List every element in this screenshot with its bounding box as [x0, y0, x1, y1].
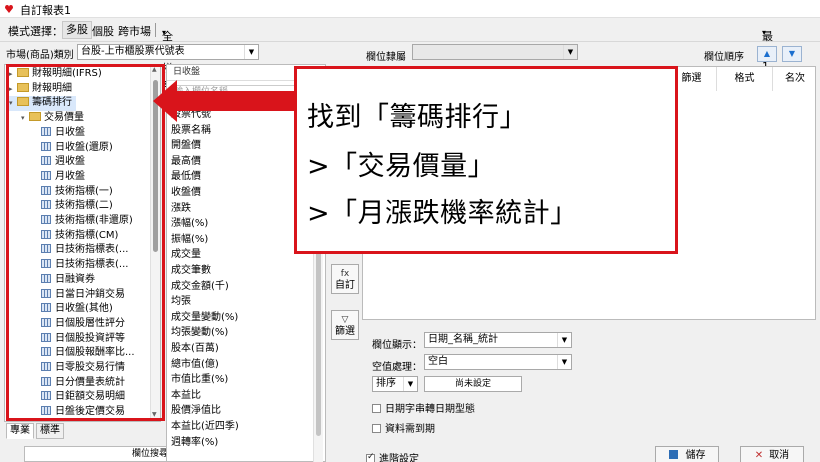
window-title: 自訂報表1	[20, 4, 71, 17]
mode-bar: 模式選擇： 多股 個股 跨市場 全部樣本 ▾ 最近1期 ▾	[0, 18, 820, 91]
checkbox-box[interactable]	[372, 424, 381, 433]
tree-highlight-box	[6, 64, 165, 421]
chevron-down-icon: ▼	[557, 333, 571, 347]
annotation-arrow	[153, 80, 298, 122]
field-order-label: 欄位順序	[704, 52, 744, 63]
instruction-callout: 找到「籌碼排行」 >「交易價量」 >「月漲跌機率統計」	[294, 66, 678, 254]
filter-icon: ▽	[341, 315, 349, 325]
market-value: 台股-上市櫃股票代號表	[81, 46, 185, 57]
data-expire-label: 資料需到期	[385, 424, 435, 435]
divider	[155, 23, 156, 37]
sort-select[interactable]: 排序 ▼	[372, 376, 418, 392]
date-string-label: 日期字串轉日期型態	[385, 404, 475, 415]
field-item[interactable]: 成交量變動(%)	[171, 308, 238, 323]
close-icon: ✕	[754, 450, 764, 461]
title-bar: 自訂報表1	[0, 0, 820, 18]
field-item[interactable]: 股本(百萬)	[171, 339, 219, 354]
null-handling-select[interactable]: 空白 ▼	[424, 354, 572, 370]
chevron-down-icon: ▼	[563, 45, 577, 59]
checkbox-box[interactable]	[372, 404, 381, 413]
field-item[interactable]: 收盤價	[171, 183, 201, 198]
tab-professional[interactable]: 專業	[6, 423, 34, 439]
field-item[interactable]: 週轉率(%)	[171, 433, 218, 448]
formula-icon: fx	[340, 269, 350, 279]
app-icon	[5, 5, 13, 13]
arrow-down-icon: ▼	[788, 49, 796, 58]
date-string-checkbox[interactable]: 日期字串轉日期型態	[372, 400, 475, 415]
field-item[interactable]: 開盤價	[171, 136, 201, 151]
save-icon	[668, 450, 678, 459]
null-handling-label: 空值處理：	[372, 362, 422, 373]
field-search-label: 欄位搜尋	[131, 449, 168, 459]
field-item[interactable]: 振幅(%)	[171, 230, 208, 245]
market-select[interactable]: 台股-上市櫃股票代號表 ▼	[77, 44, 259, 60]
callout-line-1: 找到「籌碼排行」	[307, 102, 527, 133]
column-header-rank[interactable]: 名次	[773, 67, 817, 91]
advanced-settings-label: 進階設定	[379, 454, 419, 462]
field-item[interactable]: 最低價	[171, 167, 201, 182]
field-item[interactable]: 最高價	[171, 152, 201, 167]
move-down-button[interactable]: ▼	[782, 46, 802, 62]
field-item[interactable]: 股票名稱	[171, 121, 211, 136]
field-item[interactable]: 均張變動(%)	[171, 323, 228, 338]
chevron-down-icon: ▾	[762, 28, 767, 37]
checkbox-box[interactable]	[366, 452, 375, 462]
market-label: 市場(商品)類別	[6, 50, 74, 61]
field-item[interactable]: 本益比	[171, 386, 201, 401]
field-item[interactable]: 股價淨值比	[171, 401, 221, 416]
data-expire-checkbox[interactable]: 資料需到期	[372, 420, 435, 435]
field-item[interactable]: 成交量	[171, 245, 201, 260]
field-item[interactable]: 漲跌	[171, 199, 191, 214]
field-item[interactable]: 漲幅(%)	[171, 214, 208, 229]
cancel-button[interactable]: ✕ 取消	[740, 446, 804, 462]
chevron-down-icon: ▼	[244, 45, 258, 59]
display-label: 欄位顯示：	[372, 340, 422, 351]
advanced-settings-checkbox[interactable]: 進階設定	[366, 450, 419, 462]
field-item[interactable]: 總市值(億)	[171, 355, 219, 370]
display-select[interactable]: 日期_名稱_統計 ▼	[424, 332, 572, 348]
save-label: 儲存	[685, 450, 706, 461]
field-layer-label: 欄位隸屬	[366, 52, 406, 63]
mode-label: 模式選擇：	[8, 25, 63, 38]
display-value: 日期_名稱_統計	[428, 334, 498, 345]
field-item[interactable]: 均張	[171, 292, 191, 307]
sort-label: 排序	[376, 378, 396, 389]
mode-cross-market[interactable]: 跨市場	[118, 23, 151, 39]
callout-line-2: >「交易價量」	[307, 151, 496, 182]
chevron-down-icon: ▼	[557, 355, 571, 369]
field-item[interactable]: 本益比(近四季)	[171, 417, 239, 432]
cancel-label: 取消	[769, 450, 790, 461]
mode-single-stock[interactable]: 個股	[92, 23, 114, 39]
save-button[interactable]: 儲存	[655, 446, 719, 462]
arrow-up-icon: ▲	[763, 49, 771, 58]
mode-multi-stock[interactable]: 多股	[62, 21, 92, 39]
tab-standard[interactable]: 標準	[36, 423, 64, 439]
chevron-down-icon: ▼	[403, 377, 417, 391]
sort-status: 尚未設定	[424, 376, 522, 392]
column-header-format[interactable]: 格式	[717, 67, 773, 91]
custom-field-label: 自訂	[335, 280, 355, 291]
filter-label: 篩選	[335, 326, 355, 337]
move-up-button[interactable]: ▲	[757, 46, 777, 62]
callout-line-3: >「月漲跌機率統計」	[307, 198, 578, 229]
field-layer-select[interactable]: ▼	[412, 44, 578, 60]
chevron-down-icon: ▾	[162, 28, 167, 37]
filter-button[interactable]: ▽ 篩選	[331, 310, 359, 340]
custom-field-button[interactable]: fx 自訂	[331, 264, 359, 294]
field-item[interactable]: 成交筆數	[171, 261, 211, 276]
field-item[interactable]: 市值比重(%)	[171, 370, 228, 385]
field-item[interactable]: 成交金額(千)	[171, 277, 229, 292]
null-handling-value: 空白	[428, 356, 448, 367]
